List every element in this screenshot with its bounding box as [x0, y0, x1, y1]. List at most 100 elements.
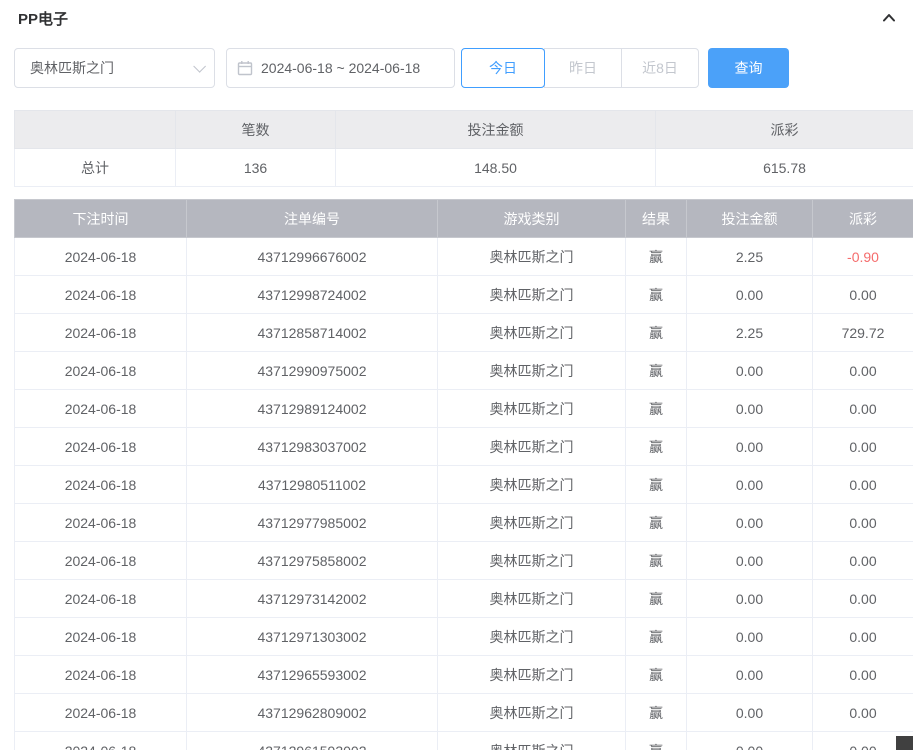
table-row: 2024-06-1843712971303002奥林匹斯之门赢0.000.00	[15, 618, 913, 656]
summary-total-row: 总计 136 148.50 615.78	[15, 149, 913, 187]
summary-header-row: 笔数 投注金额 派彩	[15, 111, 913, 149]
summary-header-payout: 派彩	[656, 111, 913, 149]
quick-button-近8日[interactable]: 近8日	[621, 48, 699, 88]
cell-bet-amount: 0.00	[687, 732, 813, 750]
cell-game-type: 奥林匹斯之门	[438, 314, 626, 352]
cell-result: 赢	[626, 580, 687, 618]
date-range-picker[interactable]: 2024-06-18 ~ 2024-06-18	[226, 48, 455, 88]
cell-bet-time: 2024-06-18	[15, 352, 187, 390]
cell-bet-time: 2024-06-18	[15, 732, 187, 750]
quick-button-group: 今日昨日近8日	[461, 48, 699, 88]
summary-header-count: 笔数	[176, 111, 336, 149]
cell-bet-amount: 0.00	[687, 694, 813, 732]
table-row: 2024-06-1843712989124002奥林匹斯之门赢0.000.00	[15, 390, 913, 428]
cell-result: 赢	[626, 428, 687, 466]
summary-total-label: 总计	[15, 149, 176, 187]
cell-game-type: 奥林匹斯之门	[438, 618, 626, 656]
cell-game-type: 奥林匹斯之门	[438, 390, 626, 428]
summary-header-bet-amount: 投注金额	[336, 111, 656, 149]
table-row: 2024-06-1843712996676002奥林匹斯之门赢2.25-0.90	[15, 238, 913, 276]
table-row: 2024-06-1843712990975002奥林匹斯之门赢0.000.00	[15, 352, 913, 390]
cell-game-type: 奥林匹斯之门	[438, 466, 626, 504]
cell-result: 赢	[626, 732, 687, 750]
cell-bet-time: 2024-06-18	[15, 238, 187, 276]
cell-payout: 0.00	[813, 504, 913, 542]
cell-order-no: 43712971303002	[187, 618, 438, 656]
cell-bet-time: 2024-06-18	[15, 694, 187, 732]
cell-order-no: 43712983037002	[187, 428, 438, 466]
cell-bet-amount: 0.00	[687, 428, 813, 466]
cell-payout: 0.00	[813, 276, 913, 314]
cell-order-no: 43712973142002	[187, 580, 438, 618]
cell-order-no: 43712858714002	[187, 314, 438, 352]
cell-order-no: 43712975858002	[187, 542, 438, 580]
cell-bet-time: 2024-06-18	[15, 428, 187, 466]
table-row: 2024-06-1843712980511002奥林匹斯之门赢0.000.00	[15, 466, 913, 504]
cell-bet-time: 2024-06-18	[15, 504, 187, 542]
cell-payout: 0.00	[813, 656, 913, 694]
cell-payout: 0.00	[813, 694, 913, 732]
scrollbar-thumb[interactable]	[896, 736, 913, 750]
cell-bet-time: 2024-06-18	[15, 276, 187, 314]
table-row: 2024-06-1843712975858002奥林匹斯之门赢0.000.00	[15, 542, 913, 580]
chevron-down-icon	[193, 60, 206, 73]
table-row: 2024-06-1843712983037002奥林匹斯之门赢0.000.00	[15, 428, 913, 466]
cell-game-type: 奥林匹斯之门	[438, 580, 626, 618]
cell-result: 赢	[626, 542, 687, 580]
cell-bet-amount: 0.00	[687, 504, 813, 542]
header-bet-time: 下注时间	[15, 200, 187, 238]
cell-bet-time: 2024-06-18	[15, 656, 187, 694]
cell-result: 赢	[626, 694, 687, 732]
bet-records-table: 下注时间 注单编号 游戏类别 结果 投注金额 派彩 2024-06-184371…	[14, 199, 913, 750]
pp-dianzi-panel: PP电子 奥林匹斯之门 2024-06-18 ~ 2024-06-18 今日昨	[0, 0, 913, 750]
panel-header: PP电子	[0, 0, 913, 28]
cell-payout: 0.00	[813, 466, 913, 504]
cell-order-no: 43712989124002	[187, 390, 438, 428]
cell-bet-time: 2024-06-18	[15, 618, 187, 656]
query-button[interactable]: 查询	[708, 48, 789, 88]
cell-result: 赢	[626, 314, 687, 352]
cell-bet-amount: 0.00	[687, 580, 813, 618]
chevron-up-icon[interactable]	[881, 10, 897, 26]
cell-order-no: 43712996676002	[187, 238, 438, 276]
table-row: 2024-06-1843712973142002奥林匹斯之门赢0.000.00	[15, 580, 913, 618]
cell-payout: 0.00	[813, 618, 913, 656]
game-select[interactable]: 奥林匹斯之门	[14, 48, 215, 88]
cell-game-type: 奥林匹斯之门	[438, 352, 626, 390]
cell-result: 赢	[626, 656, 687, 694]
cell-bet-time: 2024-06-18	[15, 314, 187, 352]
cell-payout: 0.00	[813, 352, 913, 390]
cell-game-type: 奥林匹斯之门	[438, 732, 626, 750]
cell-result: 赢	[626, 238, 687, 276]
cell-order-no: 43712961593002	[187, 732, 438, 750]
cell-payout: 729.72	[813, 314, 913, 352]
summary-total-payout: 615.78	[656, 149, 913, 187]
cell-bet-time: 2024-06-18	[15, 466, 187, 504]
cell-payout: 0.00	[813, 390, 913, 428]
cell-bet-amount: 0.00	[687, 618, 813, 656]
cell-game-type: 奥林匹斯之门	[438, 504, 626, 542]
date-range-value: 2024-06-18 ~ 2024-06-18	[261, 60, 420, 76]
filter-row: 奥林匹斯之门 2024-06-18 ~ 2024-06-18 今日昨日近8日 查…	[14, 47, 913, 89]
cell-payout: 0.00	[813, 542, 913, 580]
cell-result: 赢	[626, 618, 687, 656]
quick-button-今日[interactable]: 今日	[461, 48, 545, 88]
cell-payout: -0.90	[813, 238, 913, 276]
calendar-icon	[237, 60, 253, 76]
cell-bet-amount: 0.00	[687, 390, 813, 428]
cell-order-no: 43712990975002	[187, 352, 438, 390]
table-row: 2024-06-1843712998724002奥林匹斯之门赢0.000.00	[15, 276, 913, 314]
cell-result: 赢	[626, 390, 687, 428]
cell-game-type: 奥林匹斯之门	[438, 238, 626, 276]
summary-total-bet-amount: 148.50	[336, 149, 656, 187]
cell-bet-time: 2024-06-18	[15, 542, 187, 580]
cell-bet-amount: 0.00	[687, 352, 813, 390]
cell-result: 赢	[626, 466, 687, 504]
table-header-row: 下注时间 注单编号 游戏类别 结果 投注金额 派彩	[15, 200, 913, 238]
cell-order-no: 43712962809002	[187, 694, 438, 732]
cell-bet-amount: 0.00	[687, 466, 813, 504]
quick-button-昨日[interactable]: 昨日	[544, 48, 622, 88]
cell-order-no: 43712998724002	[187, 276, 438, 314]
cell-bet-time: 2024-06-18	[15, 390, 187, 428]
cell-bet-amount: 2.25	[687, 238, 813, 276]
